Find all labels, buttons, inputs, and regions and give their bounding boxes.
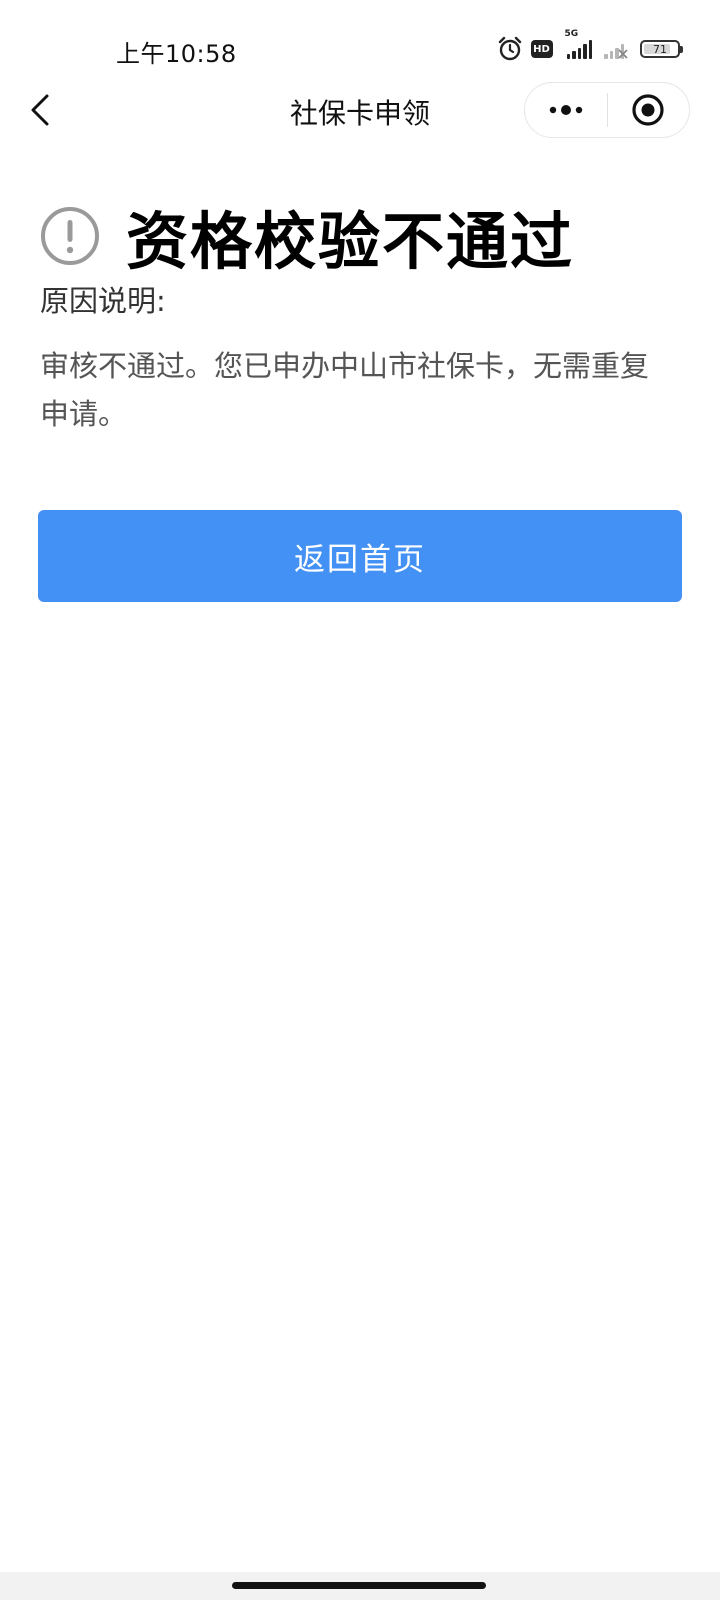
reason-label: 原因说明: bbox=[40, 284, 166, 318]
close-miniprogram-button[interactable] bbox=[608, 83, 690, 137]
more-button[interactable] bbox=[525, 83, 607, 137]
status-time: 上午10:58 bbox=[116, 40, 237, 68]
return-home-button[interactable]: 返回首页 bbox=[38, 510, 682, 602]
result-section: 资格校验不通过 原因说明: 审核不通过。您已申办中山市社保卡，无需重复申请。 bbox=[40, 196, 680, 438]
system-gesture-bar bbox=[0, 1572, 720, 1600]
home-indicator[interactable] bbox=[232, 1582, 486, 1589]
network-type-label: 5G bbox=[564, 29, 579, 39]
signal-icon-secondary bbox=[604, 39, 628, 59]
alarm-icon bbox=[498, 36, 521, 61]
more-dots-icon bbox=[549, 105, 582, 115]
battery-level: 71 bbox=[653, 42, 667, 56]
result-title: 资格校验不通过 bbox=[126, 205, 575, 278]
nav-bar: 社保卡申领 bbox=[0, 80, 720, 140]
status-bar: 上午10:58 HD 5G 71 bbox=[0, 0, 720, 92]
miniprogram-capsule bbox=[524, 82, 690, 138]
signal-icon: 5G bbox=[565, 29, 592, 59]
reason-text: 审核不通过。您已申办中山市社保卡，无需重复申请。 bbox=[40, 349, 650, 431]
hd-badge: HD bbox=[530, 40, 553, 58]
warning-icon bbox=[41, 207, 99, 265]
status-icons: HD 5G 71 bbox=[497, 29, 683, 64]
result-header: 资格校验不通过 bbox=[40, 196, 680, 278]
target-close-icon bbox=[632, 94, 664, 126]
battery-icon: 71 bbox=[640, 40, 683, 58]
